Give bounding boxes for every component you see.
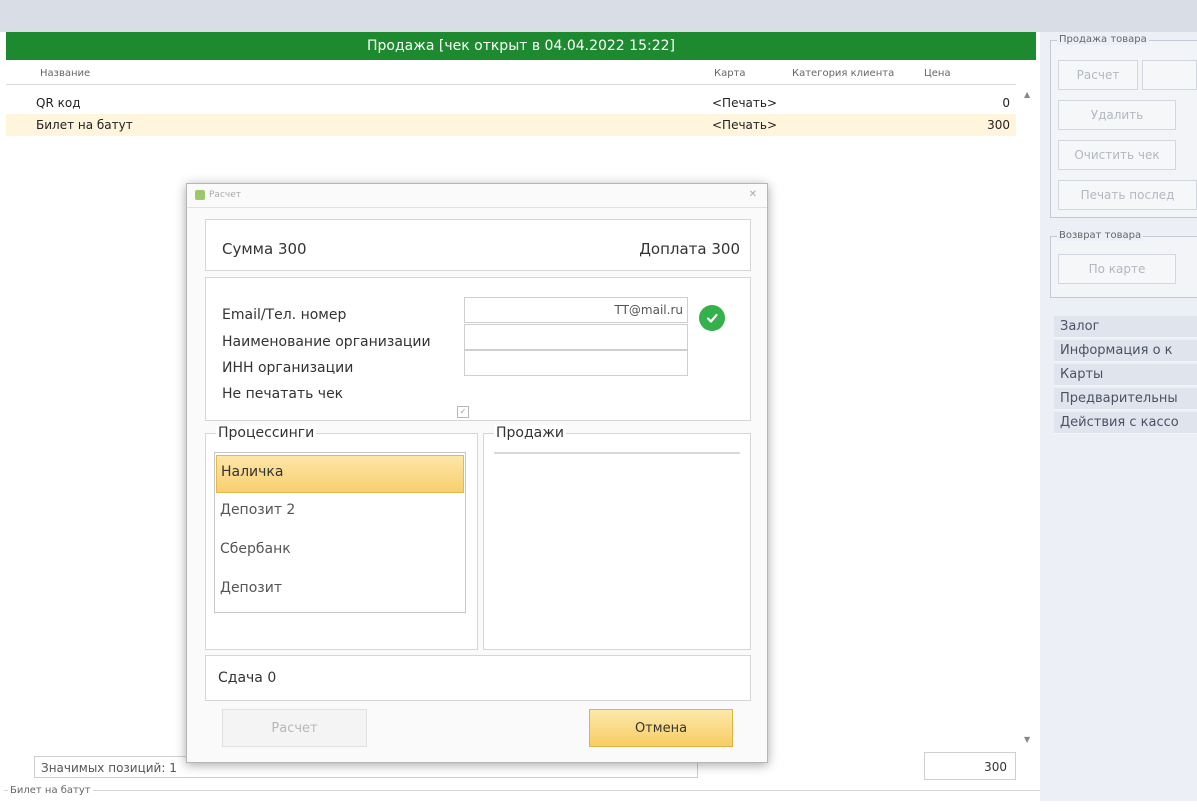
list-item[interactable]: Депозит 2 (216, 494, 464, 532)
top-toolbar (0, 0, 1197, 32)
inn-label: ИНН организации (222, 360, 354, 376)
item-details-label: Билет на батут (8, 785, 93, 796)
row-price: 300 (987, 118, 1010, 132)
org-name-label: Наименование организации (222, 334, 431, 350)
sale-extra-button[interactable] (1142, 60, 1197, 90)
cancel-button-label: Отмена (634, 720, 688, 736)
section-deposit[interactable]: Залог (1054, 316, 1197, 338)
processings-label: Процессинги (216, 425, 317, 441)
calculate-button[interactable]: Расчет (222, 709, 367, 747)
section-preliminary[interactable]: Предварительны (1054, 388, 1197, 410)
row-price: 0 (1002, 96, 1010, 110)
return-group-title: Возврат товара (1057, 230, 1144, 241)
extra-payment-text: Доплата 300 (639, 240, 740, 258)
calculate-button-label: Расчет (271, 720, 318, 736)
section-cash-actions[interactable]: Действия с кассо (1054, 412, 1197, 434)
sale-title-bar: Продажа [чек открыт в 04.04.2022 15:22] (6, 32, 1036, 60)
section-info[interactable]: Информация о к (1054, 340, 1197, 362)
total-field: 300 (924, 752, 1016, 780)
org-name-field[interactable] (464, 324, 688, 350)
return-by-card-label: По карте (1088, 262, 1146, 276)
scroll-down-icon[interactable]: ▼ (1024, 735, 1030, 744)
delete-label: Удалить (1090, 108, 1144, 122)
return-by-card-button[interactable]: По карте (1058, 254, 1176, 284)
list-item[interactable]: Депозит (216, 572, 464, 610)
change-text: Сдача 0 (218, 670, 277, 686)
calculate-label: Расчет (1076, 68, 1120, 82)
dialog-titlebar[interactable]: Расчет ✕ (187, 184, 767, 208)
table-row[interactable]: QR код <Печать> 0 (6, 92, 1016, 114)
inn-field[interactable] (464, 350, 688, 376)
table-row[interactable]: Билет на батут <Печать> 300 (6, 114, 1016, 136)
column-header-client-category[interactable]: Категория клиента (792, 68, 894, 79)
delete-button[interactable]: Удалить (1058, 100, 1176, 130)
sum-text: Сумма 300 (222, 240, 307, 258)
sales-label: Продажи (494, 425, 566, 441)
client-fields-panel: Email/Тел. номер Наименование организаци… (205, 277, 751, 421)
close-icon[interactable]: ✕ (749, 189, 757, 200)
column-header-card[interactable]: Карта (714, 68, 746, 79)
clear-receipt-button[interactable]: Очистить чек (1058, 140, 1176, 170)
significant-positions-text: Значимых позиций: 1 (41, 761, 177, 775)
row-card: <Печать> (712, 96, 778, 110)
section-cards[interactable]: Карты (1054, 364, 1197, 386)
app-icon (195, 190, 205, 200)
email-field[interactable] (464, 297, 688, 323)
print-last-label: Печать послед (1080, 188, 1175, 202)
table-scrollbar[interactable] (1020, 84, 1034, 744)
email-label: Email/Тел. номер (222, 307, 347, 323)
table-header: Название Карта Категория клиента Цена (6, 64, 1016, 85)
sale-group-title: Продажа товара (1057, 34, 1149, 45)
list-item[interactable]: Сбербанк (216, 533, 464, 571)
processings-list: Наличка Депозит 2 Сбербанк Депозит (214, 452, 466, 613)
no-print-checkbox[interactable]: ✓ (457, 406, 469, 418)
cancel-button[interactable]: Отмена (589, 709, 733, 747)
sum-panel: Сумма 300 Доплата 300 (205, 219, 751, 271)
scroll-up-icon[interactable]: ▲ (1024, 90, 1030, 99)
sales-list-header (494, 452, 740, 454)
column-header-price[interactable]: Цена (924, 68, 951, 79)
change-panel: Сдача 0 (205, 655, 751, 701)
list-item[interactable]: Наличка (216, 455, 464, 493)
total-value: 300 (984, 760, 1007, 774)
row-card: <Печать> (712, 118, 778, 132)
print-last-button[interactable]: Печать послед (1058, 180, 1197, 210)
dialog-title: Расчет (209, 190, 241, 200)
clear-receipt-label: Очистить чек (1074, 148, 1160, 162)
check-circle-icon (699, 305, 725, 331)
calculate-button-side[interactable]: Расчет (1058, 60, 1138, 90)
column-header-name[interactable]: Название (40, 68, 90, 79)
payment-dialog: Расчет ✕ Сумма 300 Доплата 300 Email/Тел… (186, 183, 768, 763)
row-name: Билет на батут (36, 118, 133, 132)
sale-title: Продажа [чек открыт в 04.04.2022 15:22] (367, 38, 675, 54)
no-print-label: Не печатать чек (222, 386, 344, 402)
row-name: QR код (36, 96, 81, 110)
processings-group: Процессинги Наличка Депозит 2 Сбербанк Д… (205, 425, 478, 650)
sales-group: Продажи (483, 425, 751, 650)
